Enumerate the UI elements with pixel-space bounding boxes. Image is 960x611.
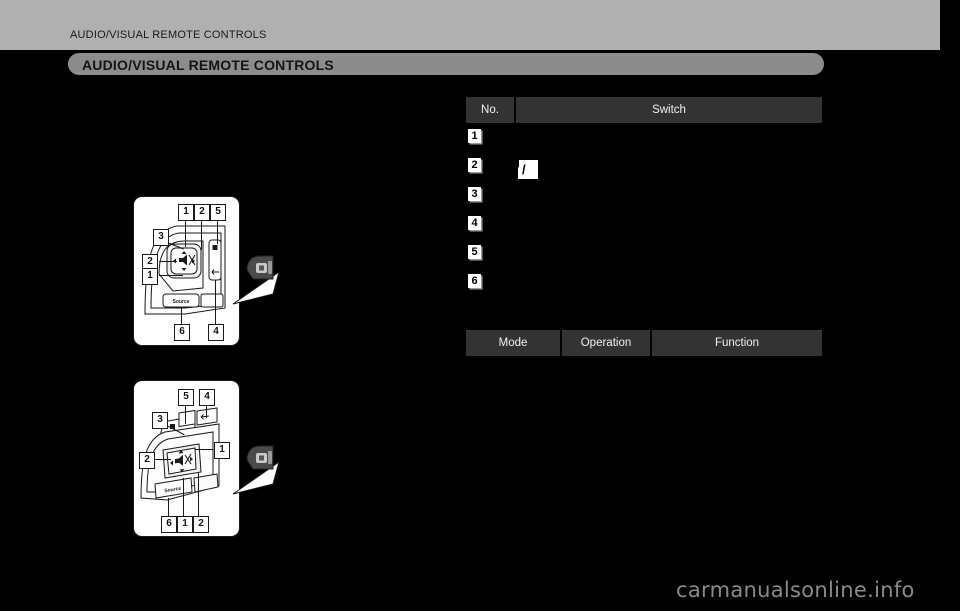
callout-2: 2 — [139, 452, 155, 469]
switch-table: No. Switch — [466, 97, 822, 123]
steering-wheel-thumbnail-icon — [246, 255, 274, 280]
callout-2: 2 — [194, 204, 210, 221]
leader-line — [201, 218, 202, 250]
leader-line — [195, 449, 213, 450]
callout-3: 3 — [153, 229, 169, 246]
seek-icon-label: ◀ / ▶ — [522, 143, 533, 196]
steering-wheel-thumbnail-icon — [246, 445, 274, 470]
leader-line — [198, 472, 199, 516]
row-number-badge: 1 — [468, 129, 481, 143]
leader-line — [155, 459, 171, 460]
row-number-badge: 3 — [468, 187, 481, 201]
section-title-pill: AUDIO/VISUAL REMOTE CONTROLS — [68, 53, 824, 75]
mode-table: Mode Operation Function — [466, 330, 822, 356]
callout-1: 1 — [178, 204, 194, 221]
mode-table-header-row: Mode Operation Function — [466, 330, 822, 356]
callout-5: 5 — [178, 389, 194, 406]
callout-6: 6 — [174, 324, 190, 341]
source-button-label: Source — [173, 299, 190, 305]
callout-1b: 1 — [177, 516, 193, 533]
switch-cell: ◀ / ▶ — [513, 143, 538, 196]
callout-4: 4 — [199, 389, 215, 406]
callout-6: 6 — [161, 516, 177, 533]
mode-table-col-mode: Mode — [466, 330, 560, 356]
leader-line — [206, 404, 207, 418]
leader-line — [159, 261, 177, 262]
leader-line — [185, 218, 186, 247]
seek-track-icon: ◀ / ▶ — [513, 143, 538, 196]
running-head: AUDIO/VISUAL REMOTE CONTROLS — [70, 29, 267, 41]
site-watermark: carmanualsonline.info — [676, 578, 915, 602]
switch-table-col-switch: Switch — [516, 97, 822, 123]
callout-3: 3 — [152, 412, 168, 429]
callout-1b: 1 — [142, 268, 158, 285]
mode-table-col-operation: Operation — [562, 330, 650, 356]
switch-table-header-row: No. Switch — [466, 97, 822, 123]
page-header-bar — [0, 0, 940, 50]
switch-table-col-no: No. — [466, 97, 514, 123]
mode-table-col-function: Function — [652, 330, 822, 356]
row-number-badge: 4 — [468, 216, 481, 230]
row-number-badge: 5 — [468, 245, 481, 259]
leader-line — [215, 280, 216, 324]
callout-2b: 2 — [193, 516, 209, 533]
leader-line — [159, 275, 183, 276]
row-number-badge: 6 — [468, 274, 481, 288]
callout-1: 1 — [214, 442, 230, 459]
section-title-label: AUDIO/VISUAL REMOTE CONTROLS — [82, 57, 334, 73]
leader-line — [185, 404, 186, 424]
leader-line — [183, 478, 184, 516]
callout-4: 4 — [208, 324, 224, 341]
seek-icon-notch — [513, 159, 519, 168]
row-number-badge: 2 — [468, 158, 481, 172]
leader-line — [168, 498, 169, 516]
callout-5: 5 — [210, 204, 226, 221]
leader-line — [217, 218, 218, 244]
leader-line — [181, 307, 182, 324]
